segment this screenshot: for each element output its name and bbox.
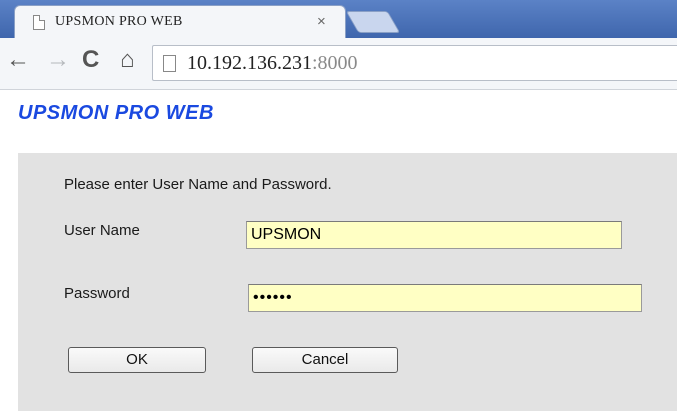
url-port: :8000	[312, 52, 358, 74]
reload-icon[interactable]: C	[82, 48, 99, 72]
tab-close-icon[interactable]: ×	[317, 13, 326, 30]
password-input[interactable]	[248, 284, 642, 312]
address-bar[interactable]: 10.192.136.231:8000	[152, 45, 677, 81]
page-title: UPSMON PRO WEB	[18, 102, 214, 124]
page-favicon-icon	[33, 15, 45, 30]
username-input[interactable]	[246, 221, 622, 249]
forward-arrow-icon[interactable]: →	[46, 48, 70, 72]
ok-button[interactable]: OK	[68, 347, 206, 373]
browser-tabstrip: UPSMON PRO WEB ×	[0, 0, 677, 39]
home-icon[interactable]: ⌂	[120, 48, 135, 72]
browser-tab[interactable]: UPSMON PRO WEB ×	[14, 5, 346, 39]
cancel-button[interactable]: Cancel	[252, 347, 398, 373]
url-host: 10.192.136.231	[187, 52, 312, 74]
login-prompt: Please enter User Name and Password.	[64, 176, 332, 193]
login-panel: Please enter User Name and Password. Use…	[18, 153, 677, 411]
new-tab-button[interactable]	[345, 11, 401, 33]
back-arrow-icon[interactable]: ←	[6, 48, 30, 72]
password-label: Password	[64, 285, 130, 302]
url-text: 10.192.136.231:8000	[187, 52, 358, 75]
username-label: User Name	[64, 222, 140, 239]
browser-toolbar: ← → C ⌂ 10.192.136.231:8000	[0, 38, 677, 90]
page-icon	[163, 55, 176, 72]
tab-title: UPSMON PRO WEB	[55, 14, 183, 29]
